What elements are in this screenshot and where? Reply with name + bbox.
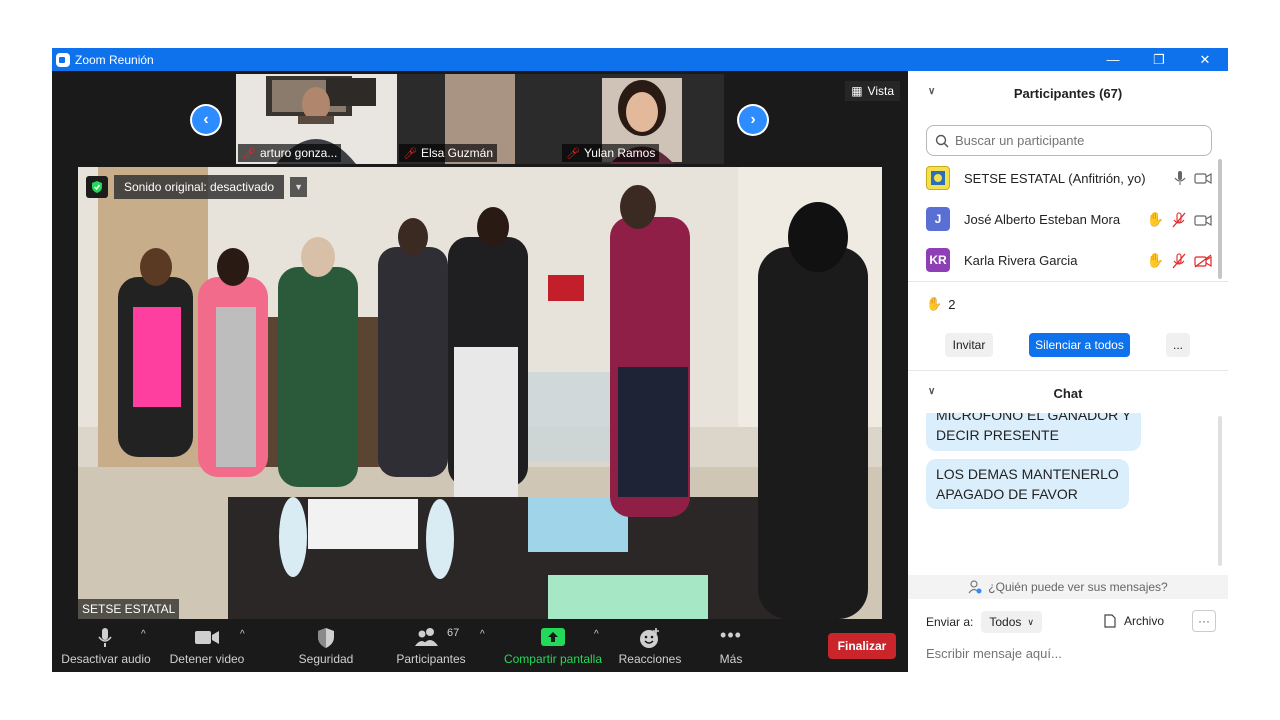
avatar: J	[926, 207, 950, 231]
video-options-caret-icon[interactable]: ^	[240, 629, 245, 640]
video-off-icon	[1194, 253, 1212, 268]
participants-scrollbar[interactable]	[1218, 159, 1222, 279]
thumbnail-name-tag: 🎤︎ Yulan Ramos	[562, 144, 660, 162]
send-to-dropdown[interactable]: Todos ∨	[981, 611, 1042, 633]
more-dots-icon: •••	[720, 625, 742, 645]
send-to-row: Enviar a: Todos ∨ Archivo ···	[926, 610, 1216, 634]
chat-panel-header: ∨ Chat	[928, 385, 1083, 401]
video-camera-icon	[1194, 214, 1212, 226]
invite-button[interactable]: Invitar	[945, 333, 993, 357]
participant-name: José Alberto Esteban Mora	[964, 211, 1121, 227]
meeting-toolbar: Desactivar audio ^ Detener video ^ Segur…	[52, 623, 908, 672]
window-title: Zoom Reunión	[75, 52, 154, 67]
view-button[interactable]: ▦ Vista	[845, 81, 900, 101]
zoom-logo-icon	[56, 52, 70, 67]
divider	[908, 281, 1228, 282]
chat-message-input[interactable]	[926, 642, 1216, 664]
file-button[interactable]: Archivo	[1104, 614, 1164, 628]
previous-page-button[interactable]: ‹	[190, 104, 222, 136]
thumbnail-name-tag: 🎤︎ arturo gonza...	[238, 144, 342, 162]
shield-icon	[318, 628, 334, 648]
participant-thumbnail[interactable]: 🎤︎ arturo gonza...	[236, 74, 397, 164]
participant-row[interactable]: SETSE ESTATAL (Anfitrión, yo)	[926, 160, 1216, 196]
title-bar: Zoom Reunión — ❐ ✕	[52, 48, 1228, 71]
security-button[interactable]: Seguridad	[292, 623, 360, 672]
participant-name: Karla Rivera Garcia	[964, 252, 1078, 268]
grid-icon: ▦	[851, 84, 863, 98]
participants-icon	[415, 628, 438, 646]
minimize-button[interactable]: —	[1090, 48, 1136, 71]
who-can-see-messages-link[interactable]: ¿Quién puede ver sus mensajes?	[908, 575, 1228, 599]
side-panel: ∨ Participantes (67) SETSE ESTATAL (Anfi…	[908, 71, 1228, 672]
raised-hand-icon: ✋	[1146, 211, 1164, 227]
file-icon	[1104, 614, 1116, 628]
chevron-down-icon[interactable]: ∨	[928, 86, 935, 97]
raised-hand-icon: ✋	[1146, 252, 1164, 268]
end-meeting-button[interactable]: Finalizar	[828, 633, 896, 659]
avatar	[926, 166, 950, 190]
chevron-down-icon[interactable]: ▼	[290, 177, 308, 197]
search-icon	[935, 134, 949, 148]
mute-audio-button[interactable]: Desactivar audio	[60, 623, 152, 672]
participant-search-box[interactable]	[926, 125, 1212, 156]
chevron-down-icon[interactable]: ∨	[928, 386, 935, 397]
share-screen-icon	[541, 628, 565, 646]
participant-thumbnail[interactable]: 🎤︎ Yulan Ramos	[560, 74, 724, 164]
main-video: Sonido original: desactivado ▼ SETSE EST…	[78, 167, 882, 619]
mic-muted-icon	[1172, 252, 1186, 268]
raised-hand-icon: ✋	[926, 296, 943, 311]
mic-muted-icon	[1172, 211, 1186, 227]
thumbnail-name-tag: 🎤︎ Elsa Guzmán	[399, 144, 497, 162]
participant-row[interactable]: J José Alberto Esteban Mora ✋	[926, 201, 1216, 237]
original-sound-label[interactable]: Sonido original: desactivado	[114, 175, 285, 199]
meeting-area: ‹ 🎤︎ arturo gonza... 🎤︎ Elsa Guzmán 🎤︎ Y…	[52, 71, 908, 672]
original-sound-control[interactable]: Sonido original: desactivado ▼	[86, 175, 308, 199]
video-scene	[78, 167, 882, 619]
raised-hands-summary: ✋ 2	[926, 296, 956, 312]
reactions-button[interactable]: Reacciones	[614, 623, 686, 672]
share-options-caret-icon[interactable]: ^	[594, 629, 599, 640]
divider	[908, 370, 1228, 371]
main-video-name-tag: SETSE ESTATAL	[78, 599, 180, 619]
chat-more-button[interactable]: ···	[1192, 610, 1216, 632]
chat-message: LOS DEMAS MANTENERLO APAGADO DE FAVOR	[926, 459, 1129, 509]
next-page-button[interactable]: ›	[737, 104, 769, 136]
chat-scrollbar[interactable]	[1218, 416, 1222, 566]
zoom-window: Zoom Reunión — ❐ ✕ ‹ 🎤︎ arturo gonza... …	[52, 48, 1228, 672]
participant-search-input[interactable]	[955, 133, 1195, 148]
share-screen-button[interactable]: Compartir pantalla	[500, 623, 606, 672]
mic-muted-icon: 🎤︎	[566, 147, 580, 160]
chevron-right-icon: ›	[739, 106, 767, 134]
restore-button[interactable]: ❐	[1136, 48, 1182, 71]
participant-thumbnail[interactable]: 🎤︎ Elsa Guzmán	[397, 74, 560, 164]
participant-row[interactable]: KR Karla Rivera Garcia ✋	[926, 242, 1216, 278]
video-camera-icon	[195, 631, 219, 644]
participants-count: 67	[447, 627, 460, 639]
mic-muted-icon: 🎤︎	[242, 147, 256, 160]
shield-check-icon	[86, 176, 108, 198]
chevron-left-icon: ‹	[192, 106, 220, 134]
stop-video-button[interactable]: Detener video	[166, 623, 248, 672]
chevron-down-icon: ∨	[1027, 616, 1034, 627]
mute-all-button[interactable]: Silenciar a todos	[1029, 333, 1130, 357]
more-button[interactable]: ••• Más	[706, 623, 756, 672]
close-button[interactable]: ✕	[1182, 48, 1228, 71]
audio-options-caret-icon[interactable]: ^	[141, 629, 146, 640]
chat-message: MICROFONO EL GANADOR Y DECIR PRESENTE	[926, 413, 1142, 451]
avatar: KR	[926, 248, 950, 272]
chat-messages: MICROFONO EL GANADOR Y DECIR PRESENTE LO…	[908, 413, 1218, 573]
user-lock-icon	[968, 580, 982, 594]
participants-panel-header: ∨ Participantes (67)	[928, 85, 1123, 101]
microphone-icon	[98, 628, 112, 647]
microphone-icon	[1174, 171, 1186, 185]
reaction-smiley-icon	[640, 628, 659, 648]
video-camera-icon	[1194, 172, 1212, 185]
mic-muted-icon: 🎤︎	[403, 147, 417, 160]
participant-name: SETSE ESTATAL (Anfitrión, yo)	[964, 170, 1146, 186]
participants-options-caret-icon[interactable]: ^	[480, 629, 485, 640]
participants-more-button[interactable]: ...	[1166, 333, 1190, 357]
